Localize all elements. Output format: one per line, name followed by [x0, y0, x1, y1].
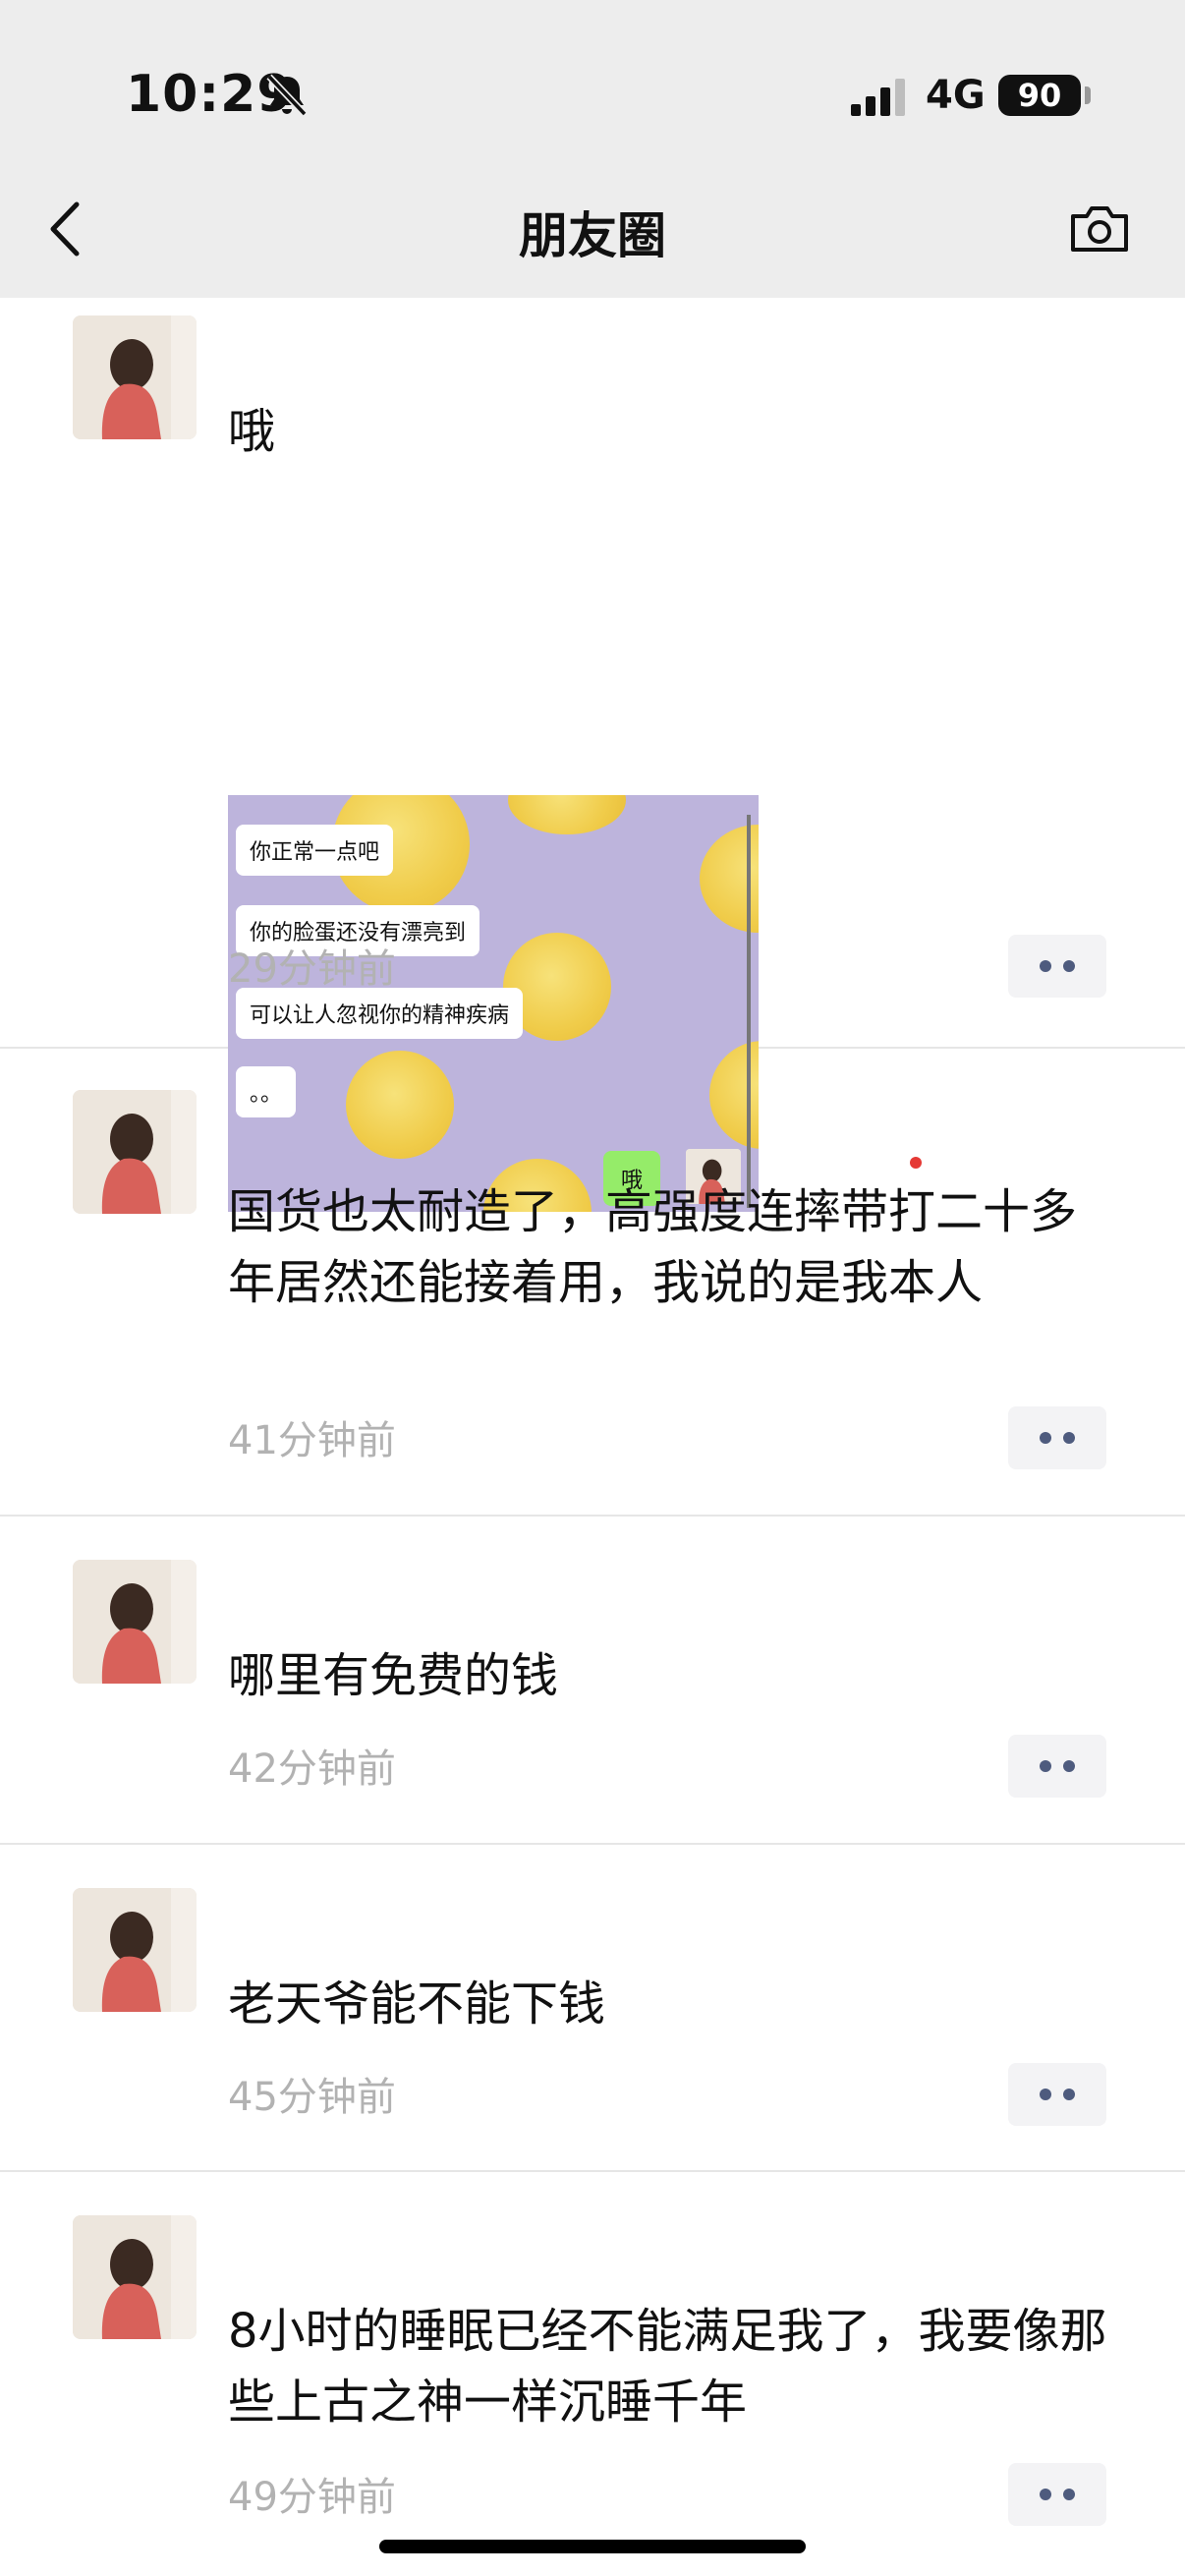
post-text: 老天爷能不能下钱 — [228, 1976, 606, 2032]
post-time: 49分钟前 — [228, 2475, 396, 2520]
more-options-icon[interactable] — [1008, 2063, 1106, 2126]
moment-post: 国货也太耐造了，高强度连摔带打二十多年居然还能接着用，我说的是我本人 41分钟前 — [0, 1047, 1185, 1517]
post-time: 41分钟前 — [228, 1418, 396, 1463]
post-text: 8小时的睡眠已经不能满足我了，我要像那些上古之神一样沉睡千年 — [228, 2304, 1107, 2430]
network-type: 4G — [926, 73, 986, 118]
post-text: 国货也太耐造了，高强度连摔带打二十多年居然还能接着用，我说的是我本人 — [228, 1184, 1078, 1310]
moment-post: 8小时的睡眠已经不能满足我了，我要像那些上古之神一样沉睡千年 49分钟前 — [0, 2170, 1185, 2576]
more-options-icon[interactable] — [1008, 1735, 1106, 1798]
avatar[interactable] — [73, 2215, 197, 2339]
chat-bubble: 你正常一点吧 — [236, 825, 394, 876]
avatar[interactable] — [73, 315, 197, 439]
page-title: 朋友圈 — [519, 207, 666, 264]
post-time: 42分钟前 — [228, 1746, 396, 1792]
battery-tip — [1085, 86, 1091, 104]
avatar[interactable] — [73, 1560, 197, 1684]
post-text: 哪里有免费的钱 — [228, 1648, 559, 1703]
battery-level: 90 — [998, 75, 1081, 116]
more-options-icon[interactable] — [1008, 2463, 1106, 2526]
home-indicator[interactable] — [379, 2540, 806, 2553]
post-text: 哦 — [228, 404, 276, 459]
chat-bubble: 可以让人忽视你的精神疾病 — [236, 988, 524, 1039]
more-options-icon[interactable] — [1008, 935, 1106, 998]
post-time: 45分钟前 — [228, 2075, 396, 2120]
header: 10:29 4G 90 朋友圈 — [0, 0, 1185, 298]
moment-post: 哪里有免费的钱 42分钟前 — [0, 1515, 1185, 1845]
more-options-icon[interactable] — [1008, 1406, 1106, 1469]
moment-post: 哦 你正常一点吧 你的脸蛋还没有漂亮到 可以让人忽视你的精神疾病 。。 哦 29… — [0, 298, 1185, 1212]
camera-icon[interactable] — [1069, 202, 1130, 256]
duck-sticker — [508, 795, 626, 834]
bell-slash-icon — [266, 74, 308, 117]
signal-icon — [851, 79, 905, 116]
avatar[interactable] — [73, 1090, 197, 1214]
moment-post: 老天爷能不能下钱 45分钟前 — [0, 1843, 1185, 2172]
notification-dot — [910, 1157, 922, 1169]
post-time: 29分钟前 — [228, 946, 396, 992]
avatar[interactable] — [73, 1888, 197, 2012]
